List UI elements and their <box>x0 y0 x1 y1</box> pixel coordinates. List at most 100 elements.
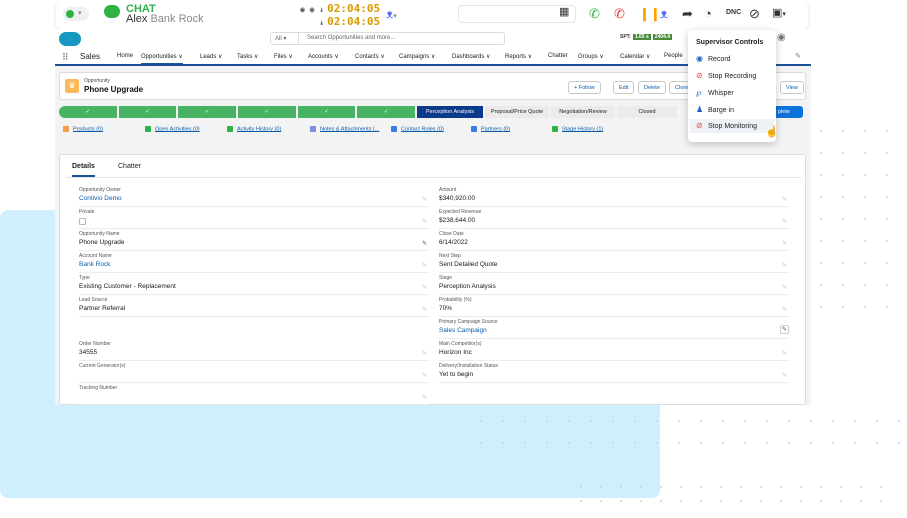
app-launcher-icon[interactable]: ⠿ <box>62 52 69 63</box>
decor-dot <box>740 500 742 502</box>
hangup-icon[interactable]: ✆ <box>614 6 625 22</box>
conference-icon[interactable]: ᴥ <box>660 6 668 21</box>
nav-item[interactable]: People <box>664 53 683 59</box>
nav-item[interactable]: Groups ∨ <box>578 53 604 60</box>
field-delivery-installation-status: Delivery/Installation Status Yet to begin… <box>439 363 789 383</box>
nav-item[interactable]: Chatter <box>548 53 568 59</box>
nav-item[interactable]: Contacts ∨ <box>355 53 385 60</box>
delete-button[interactable]: Delete <box>638 81 666 94</box>
edit-pencil-icon[interactable]: ✎ <box>422 306 427 313</box>
related-link[interactable]: Activity History (0) <box>227 126 281 132</box>
related-link[interactable]: Stage History (1) <box>552 126 603 132</box>
decor-dot <box>842 152 844 154</box>
decor-dot <box>864 306 866 308</box>
agent-status-toggle[interactable]: ▾ <box>63 7 89 21</box>
edit-nav-icon[interactable]: ✎ <box>795 52 801 60</box>
related-list-icon <box>63 126 69 132</box>
nav-item[interactable]: Calendar ∨ <box>620 53 650 60</box>
edit-pencil-icon[interactable]: ✎ <box>422 196 427 203</box>
nav-item[interactable]: Home <box>117 53 133 59</box>
transfer-icon[interactable]: ➦ <box>682 6 693 22</box>
nav-item[interactable]: Accounts ∨ <box>308 53 339 60</box>
path-stage[interactable]: ✓ <box>59 106 117 118</box>
edit-pencil-icon[interactable]: ✎ <box>422 284 427 291</box>
whisper-menu-item[interactable]: ℘ Whisper <box>696 88 734 97</box>
nav-item[interactable]: Leads ∨ <box>200 53 222 60</box>
participants-icon[interactable]: ᴥ▾ <box>386 7 397 21</box>
field-value[interactable]: Sales Campaign <box>439 327 487 334</box>
path-stage[interactable]: ✓ <box>357 106 415 118</box>
decor-dot <box>898 420 900 422</box>
barge-in-menu-item[interactable]: ♟ Barge in <box>696 105 734 114</box>
decor-dot <box>640 486 642 488</box>
nav-item[interactable]: Dashboards ∨ <box>452 53 490 60</box>
decor-dot <box>678 420 680 422</box>
edit-pencil-icon[interactable]: ✎ <box>422 240 427 247</box>
related-link[interactable]: Partners (0) <box>471 126 510 132</box>
edit-button[interactable]: Edit <box>613 81 635 94</box>
avatar[interactable]: ◉ <box>777 32 786 43</box>
decor-dot <box>876 420 878 422</box>
hold-icon[interactable]: ❙❙ <box>639 6 661 22</box>
nav-item[interactable]: Opportunities ∨ <box>141 53 183 65</box>
edit-pencil-icon[interactable]: ✎ <box>782 284 787 291</box>
nav-item[interactable]: Tasks ∨ <box>237 53 258 60</box>
related-link[interactable]: Notes & Attachments (... <box>310 126 379 132</box>
path-stage[interactable]: ✓ <box>178 106 236 118</box>
edit-pencil-icon[interactable]: ✎ <box>782 196 787 203</box>
decor-dot <box>864 240 866 242</box>
path-stage[interactable]: Negotiation/Review <box>551 106 615 118</box>
stop-monitoring-menu-item[interactable]: ⊘ Stop Monitoring <box>690 119 774 133</box>
path-stage[interactable]: Proposal/Price Quote <box>485 106 549 118</box>
timer-icon[interactable]: ◔ <box>704 6 712 21</box>
caller-info: Alex Bank Rock <box>126 13 204 25</box>
tab-details[interactable]: Details <box>72 163 95 177</box>
edit-pencil-icon[interactable]: ✎ <box>422 350 427 357</box>
decor-dot <box>842 130 844 132</box>
edit-pencil-icon[interactable]: ✎ <box>422 218 427 225</box>
field-value[interactable]: Bank Rock <box>79 261 110 268</box>
stop-recording-menu-item[interactable]: ⊘ Stop Recording <box>696 71 756 80</box>
private-checkbox[interactable] <box>79 218 86 225</box>
field-value[interactable]: Contivio Demo <box>79 195 122 202</box>
phone-icon[interactable]: ✆ <box>589 6 600 22</box>
field-label: Current Generator(s) <box>79 363 126 369</box>
edit-pencil-icon[interactable]: ✎ <box>422 394 427 401</box>
path-stage[interactable]: Closed <box>617 106 677 118</box>
edit-pencil-icon[interactable]: ✎ <box>422 262 427 269</box>
field-value: Phone Upgrade <box>79 239 125 246</box>
follow-button[interactable]: + Follow <box>568 81 601 94</box>
edit-pencil-icon[interactable]: ✎ <box>782 306 787 313</box>
related-link[interactable]: Open Activities (0) <box>145 126 200 132</box>
edit-pencil-icon[interactable]: ✎ <box>782 372 787 379</box>
edit-pencil-icon[interactable]: ✎ <box>782 350 787 357</box>
decor-dot <box>864 152 866 154</box>
mute-icon[interactable]: ⊘ <box>749 6 760 22</box>
path-stage[interactable]: Perception Analysis <box>417 106 483 118</box>
dialpad-icon[interactable]: ▦ <box>559 5 569 18</box>
edit-pencil-icon[interactable]: ✎ <box>782 218 787 225</box>
decor-dot <box>886 130 888 132</box>
nav-item[interactable]: Files ∨ <box>274 53 293 60</box>
edit-pencil-icon[interactable]: ✎ <box>780 325 789 334</box>
tab-chatter[interactable]: Chatter <box>118 163 141 170</box>
nav-item[interactable]: Campaigns ∨ <box>399 53 435 60</box>
decor-dot <box>590 442 592 444</box>
global-search[interactable]: All ▾ Search Opportunities and more... <box>270 32 505 45</box>
path-stage[interactable]: ✓ <box>238 106 296 118</box>
record-menu-item[interactable]: ◉ Record <box>696 54 731 63</box>
view-button[interactable]: View <box>780 81 804 94</box>
edit-pencil-icon[interactable]: ✎ <box>782 262 787 269</box>
related-link[interactable]: Contact Roles (0) <box>391 126 444 132</box>
screen-icon[interactable]: ▣▾ <box>772 6 786 19</box>
path-stage[interactable]: ✓ <box>297 106 356 118</box>
search-scope[interactable]: All ▾ <box>271 33 299 44</box>
dnc-button[interactable]: DNC <box>726 9 741 16</box>
path-stage[interactable]: ✓ <box>118 106 177 118</box>
edit-pencil-icon[interactable]: ✎ <box>782 240 787 247</box>
edit-pencil-icon[interactable]: ✎ <box>422 372 427 379</box>
related-link[interactable]: Products (0) <box>63 126 103 132</box>
field-label: Close Date <box>439 231 464 237</box>
whisper-icon: ℘ <box>696 88 702 97</box>
nav-item[interactable]: Reports ∨ <box>505 53 532 60</box>
